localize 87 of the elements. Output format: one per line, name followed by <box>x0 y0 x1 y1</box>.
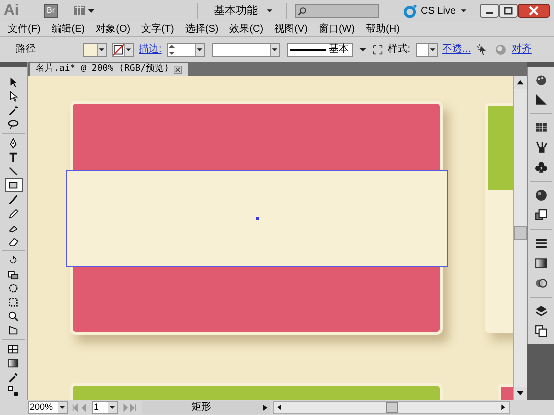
layers-icon[interactable] <box>534 305 548 318</box>
caret-icon <box>194 44 204 56</box>
pen-icon <box>8 138 19 148</box>
menu-item[interactable]: 对象(O) <box>96 22 131 36</box>
sphere-icon[interactable] <box>534 189 548 202</box>
layout-menu-icon[interactable] <box>74 5 96 17</box>
status-menu[interactable]: 矩形 <box>142 401 270 414</box>
menu-item[interactable]: 文件(F) <box>8 22 41 36</box>
horizontal-scrollbar[interactable] <box>273 401 510 414</box>
rectangle-icon <box>8 180 19 190</box>
eraser-icon <box>8 236 19 246</box>
club-icon[interactable] <box>534 161 548 174</box>
eyedropper-icon <box>8 372 19 382</box>
no-stroke-icon <box>113 44 124 56</box>
palette-icon[interactable] <box>534 73 548 86</box>
menu-item[interactable]: 帮助(H) <box>366 22 400 36</box>
scroll-thumb[interactable] <box>386 402 398 413</box>
menu-item[interactable]: 效果(C) <box>230 22 264 36</box>
center-point <box>256 217 259 220</box>
workspace-switcher[interactable]: 基本功能 <box>196 2 287 20</box>
cs-live-icon[interactable] <box>402 4 417 18</box>
line-icon <box>8 166 19 176</box>
menu-item[interactable]: 视图(V) <box>274 22 308 36</box>
spinner-icon <box>168 44 176 56</box>
brush-dropdown[interactable]: 基本 <box>286 42 353 56</box>
fill-swatch[interactable] <box>83 42 107 56</box>
vertical-scrollbar[interactable] <box>513 76 527 400</box>
opacity-link[interactable]: 不透... <box>442 42 471 57</box>
caret-icon <box>428 44 437 56</box>
align-link[interactable]: 对齐 <box>512 42 532 57</box>
search-icon <box>298 6 307 16</box>
stroke-swatch[interactable] <box>112 42 134 56</box>
style-label: 样式: <box>388 42 411 57</box>
document-tab[interactable]: 名片.ai* @ 200% (RGB/预览) <box>30 63 188 76</box>
style-dropdown[interactable] <box>416 42 438 56</box>
artboards-icon[interactable] <box>534 325 548 338</box>
selection-type-label: 路径 <box>16 43 37 57</box>
blend-icon <box>8 386 19 396</box>
swatches-icon[interactable] <box>534 121 548 134</box>
search-field[interactable] <box>294 4 379 18</box>
caret-icon <box>270 44 279 56</box>
transform-icon <box>8 296 19 308</box>
restore-icon[interactable] <box>499 4 518 18</box>
pencil-icon <box>8 208 19 218</box>
scroll-down-icon[interactable] <box>514 387 527 400</box>
scroll-thumb[interactable] <box>514 226 527 240</box>
document-title: 名片.ai* @ 200% (RGB/预览) <box>36 62 170 76</box>
stroke-weight-field[interactable] <box>166 42 205 56</box>
panel-header-bar <box>0 62 27 67</box>
play-icon <box>261 402 270 412</box>
close-icon[interactable] <box>174 66 182 74</box>
zoom-dropdown[interactable]: 200% <box>28 401 68 414</box>
transparency-icon[interactable] <box>534 277 548 290</box>
artboard-dropdown[interactable]: 1 <box>92 401 118 414</box>
caret-icon <box>97 44 106 56</box>
scale-icon <box>8 268 19 280</box>
stroke-lines-icon[interactable] <box>534 237 548 250</box>
gradient-icon <box>8 358 19 368</box>
caret-icon <box>460 7 468 15</box>
variable-width-dropdown[interactable] <box>212 42 280 56</box>
mesh-icon <box>8 344 19 354</box>
hollow-arrow-icon <box>8 90 19 102</box>
arrow-icon <box>8 76 19 88</box>
menu-item[interactable]: 窗口(W) <box>318 22 356 36</box>
overlapping-squares-icon[interactable] <box>534 209 548 222</box>
caret-icon <box>266 7 274 15</box>
transform-icon[interactable] <box>372 44 383 54</box>
menu-item[interactable]: 选择(S) <box>185 22 219 36</box>
menu-item[interactable]: 编辑(E) <box>52 22 86 36</box>
gradient-icon[interactable] <box>534 257 548 270</box>
tool-button[interactable] <box>4 178 22 192</box>
caret-icon <box>124 44 133 56</box>
lasso-icon <box>8 118 19 130</box>
stroke-link[interactable]: 描边: <box>139 42 162 57</box>
close-icon[interactable] <box>518 4 550 18</box>
brush-icon <box>8 194 19 204</box>
cs-live-button[interactable]: CS Live <box>420 4 456 18</box>
menu-item[interactable]: 文字(T) <box>142 22 174 36</box>
wand-icon <box>8 104 19 116</box>
app-logo: Ai <box>4 0 20 21</box>
rotate-icon <box>8 254 19 266</box>
panel-header-bar <box>527 62 554 67</box>
text-tool-icon <box>8 152 19 162</box>
brush-name: 基本 <box>328 42 349 57</box>
scroll-up-icon[interactable] <box>514 76 527 89</box>
current-tool-label: 矩形 <box>190 401 212 415</box>
minimize-icon[interactable] <box>480 4 499 18</box>
